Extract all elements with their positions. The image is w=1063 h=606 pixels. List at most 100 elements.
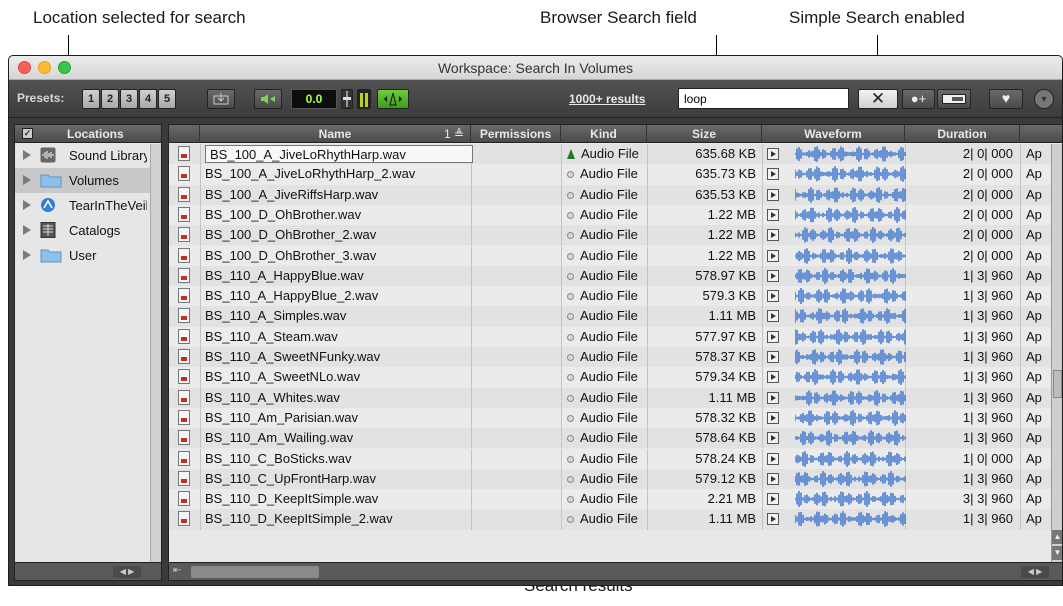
- table-row[interactable]: BS_100_D_OhBrother_3.wav Audio File 1.22 M…: [169, 245, 1062, 266]
- advanced-search-button[interactable]: ●+: [902, 89, 935, 109]
- file-name[interactable]: BS_110_Am_Parisian.wav: [205, 408, 467, 428]
- volume-fader[interactable]: [341, 89, 353, 109]
- preview-play-icon[interactable]: [767, 351, 779, 363]
- table-row[interactable]: BS_110_Am_Parisian.wav Audio File 578.32 K…: [169, 407, 1062, 429]
- preview-play-icon[interactable]: [767, 208, 779, 221]
- file-name[interactable]: BS_110_D_KeepItSimple_2.wav: [205, 509, 467, 529]
- location-item-catalogs[interactable]: Catalogs: [15, 218, 161, 243]
- location-item-user[interactable]: User: [15, 243, 161, 268]
- file-name[interactable]: BS_110_A_Steam.wav: [205, 327, 467, 347]
- table-row[interactable]: BS_110_A_Simples.wav Audio File 1.11 MB 1| …: [169, 306, 1062, 327]
- file-name[interactable]: BS_100_A_JiveRiffsHarp.wav: [205, 185, 467, 205]
- table-row[interactable]: BS_100_A_JiveLoRhythHarp_2.wav Audio File…: [169, 164, 1062, 185]
- file-name[interactable]: BS_100_A_JiveLoRhythHarp.wav: [205, 145, 473, 163]
- column-header-permissions[interactable]: Permissions: [471, 125, 561, 143]
- scroll-thumb[interactable]: [1053, 370, 1062, 398]
- locations-horizontal-scrollbar[interactable]: ◀ ▶: [15, 562, 161, 580]
- preview-play-icon[interactable]: [767, 472, 779, 485]
- file-name[interactable]: BS_110_A_Whites.wav: [205, 388, 467, 408]
- preview-play-icon[interactable]: [767, 452, 779, 465]
- column-header-size[interactable]: Size: [647, 125, 762, 143]
- table-row[interactable]: BS_110_A_HappyBlue.wav Audio File 578.97 K…: [169, 265, 1062, 287]
- location-item-tearintheveil[interactable]: TearInTheVeil: [15, 193, 161, 218]
- file-name[interactable]: BS_100_A_JiveLoRhythHarp_2.wav: [205, 164, 467, 184]
- preset-button-4[interactable]: 4: [139, 89, 157, 109]
- preview-play-icon[interactable]: [767, 330, 779, 343]
- results-horizontal-scrollbar[interactable]: ⇤ ◀ ▶: [169, 562, 1062, 580]
- browser-menu-button[interactable]: ▼: [1034, 89, 1054, 109]
- preview-play-icon[interactable]: [767, 188, 779, 201]
- file-name[interactable]: BS_110_A_SweetNFunky.wav: [205, 347, 467, 367]
- scroll-down-arrow-icon[interactable]: ▼: [1052, 546, 1062, 560]
- column-header-waveform[interactable]: Waveform: [762, 125, 905, 143]
- preset-button-5[interactable]: 5: [158, 89, 176, 109]
- location-item-volumes[interactable]: Volumes: [15, 168, 161, 193]
- column-header-kind[interactable]: Kind: [561, 125, 647, 143]
- auto-preview-button[interactable]: [377, 89, 409, 109]
- table-row[interactable]: BS_110_A_SweetNFunky.wav Audio File 578.37…: [169, 347, 1062, 368]
- file-name[interactable]: BS_110_C_BoSticks.wav: [205, 449, 467, 469]
- scroll-up-arrow-icon[interactable]: ▲: [1052, 530, 1062, 544]
- preview-play-icon[interactable]: [767, 513, 779, 526]
- table-row[interactable]: BS_100_A_JiveLoRhythHarp.wav Audio File 63…: [169, 144, 1062, 165]
- file-name[interactable]: BS_110_Am_Wailing.wav: [205, 428, 467, 448]
- location-item-sound-library[interactable]: Sound Library: [15, 143, 161, 168]
- preview-play-icon[interactable]: [767, 168, 779, 181]
- disclosure-triangle-icon[interactable]: [23, 225, 31, 235]
- results-vertical-scrollbar[interactable]: ▲ ▼: [1051, 144, 1062, 562]
- locations-vertical-scrollbar[interactable]: [150, 144, 161, 562]
- file-name[interactable]: BS_110_A_HappyBlue_2.wav: [205, 286, 467, 306]
- table-row[interactable]: BS_100_D_OhBrother.wav Audio File 1.22 MB 2…: [169, 204, 1062, 226]
- disclosure-triangle-icon[interactable]: [23, 175, 31, 185]
- column-header-duration[interactable]: Duration: [905, 125, 1020, 143]
- preview-play-icon[interactable]: [767, 148, 779, 160]
- results-count-link[interactable]: 1000+ results: [569, 92, 645, 106]
- table-row[interactable]: BS_110_C_UpFrontHarp.wav Audio File 579.12…: [169, 468, 1062, 490]
- column-header-name[interactable]: Name 1 ≜: [200, 125, 471, 143]
- table-row[interactable]: BS_110_A_Steam.wav Audio File 577.97 KB 1| …: [169, 326, 1062, 347]
- preview-play-icon[interactable]: [767, 391, 779, 404]
- file-name[interactable]: BS_110_C_UpFrontHarp.wav: [205, 469, 467, 489]
- preview-play-icon[interactable]: [767, 269, 779, 282]
- locations-checkbox[interactable]: ✓: [22, 128, 33, 139]
- import-button[interactable]: [207, 89, 235, 109]
- column-header-extra[interactable]: [1020, 125, 1062, 143]
- table-row[interactable]: BS_110_A_Whites.wav Audio File 1.11 MB 1| 3…: [169, 387, 1062, 408]
- preview-play-icon[interactable]: [767, 371, 779, 384]
- preset-button-1[interactable]: 1: [82, 89, 100, 109]
- table-row[interactable]: BS_110_D_KeepItSimple.wav Audio File 2.21 …: [169, 489, 1062, 510]
- browser-search-input[interactable]: [678, 88, 849, 109]
- disclosure-triangle-icon[interactable]: [23, 150, 31, 160]
- preset-button-2[interactable]: 2: [101, 89, 119, 109]
- toggle-search-mode-button[interactable]: [937, 89, 971, 109]
- file-name[interactable]: BS_100_D_OhBrother_3.wav: [205, 246, 467, 266]
- clear-search-button[interactable]: ✕: [858, 89, 898, 109]
- scroll-left-end-icon[interactable]: ⇤: [173, 565, 181, 576]
- file-name[interactable]: BS_110_A_Simples.wav: [205, 306, 467, 326]
- disclosure-triangle-icon[interactable]: [23, 200, 31, 210]
- column-header-icon[interactable]: [169, 125, 200, 143]
- file-name[interactable]: BS_110_D_KeepItSimple.wav: [205, 489, 467, 509]
- table-row[interactable]: BS_110_A_HappyBlue_2.wav Audio File 579.3 …: [169, 286, 1062, 307]
- file-name[interactable]: BS_110_A_SweetNLo.wav: [205, 367, 467, 387]
- preview-play-icon[interactable]: [767, 432, 779, 445]
- table-row[interactable]: BS_110_D_KeepItSimple_2.wav Audio File 1.1…: [169, 509, 1062, 530]
- title-bar[interactable]: Workspace: Search In Volumes: [9, 56, 1062, 80]
- preview-play-icon[interactable]: [767, 229, 779, 242]
- preview-play-icon[interactable]: [767, 310, 779, 323]
- preview-play-icon[interactable]: [767, 249, 779, 262]
- file-name[interactable]: BS_110_A_HappyBlue.wav: [205, 266, 467, 286]
- preview-audio-button[interactable]: [254, 89, 282, 109]
- table-row[interactable]: BS_110_Am_Wailing.wav Audio File 578.64 KB…: [169, 428, 1062, 449]
- table-row[interactable]: BS_100_D_OhBrother_2.wav Audio File 1.22 M…: [169, 225, 1062, 246]
- table-row[interactable]: BS_110_A_SweetNLo.wav Audio File 579.34 KB…: [169, 367, 1062, 388]
- scroll-arrows-icon[interactable]: ◀ ▶: [113, 566, 141, 578]
- preview-play-icon[interactable]: [767, 493, 779, 506]
- disclosure-triangle-icon[interactable]: [23, 250, 31, 260]
- horizontal-scroll-thumb[interactable]: [191, 566, 319, 578]
- table-row[interactable]: BS_110_C_BoSticks.wav Audio File 578.24 KB…: [169, 448, 1062, 469]
- file-name[interactable]: BS_100_D_OhBrother_2.wav: [205, 225, 467, 245]
- file-name[interactable]: BS_100_D_OhBrother.wav: [205, 205, 467, 225]
- preset-button-3[interactable]: 3: [120, 89, 138, 109]
- preview-play-icon[interactable]: [767, 290, 779, 303]
